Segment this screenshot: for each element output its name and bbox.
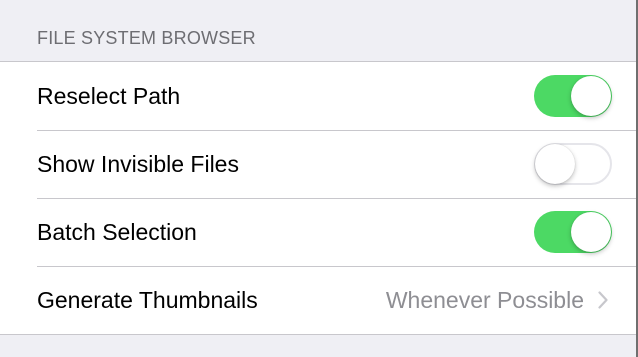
row-label: Generate Thumbnails	[37, 286, 258, 313]
generate-thumbnails-detail[interactable]: Whenever Possible	[386, 287, 608, 314]
show-invisible-files-toggle[interactable]	[534, 143, 612, 185]
row-reselect-path: Reselect Path	[0, 62, 636, 130]
row-show-invisible-files: Show Invisible Files	[0, 130, 636, 198]
settings-screen: FILE SYSTEM BROWSER Reselect Path Show I…	[0, 0, 638, 357]
row-generate-thumbnails[interactable]: Generate Thumbnails Whenever Possible	[0, 266, 636, 334]
row-label: Reselect Path	[37, 82, 181, 109]
settings-group: Reselect Path Show Invisible Files Batch…	[0, 61, 636, 335]
toggle-knob	[535, 144, 575, 184]
row-label: Batch Selection	[37, 218, 197, 245]
chevron-right-icon	[598, 291, 608, 309]
toggle-knob	[571, 212, 611, 252]
detail-value: Whenever Possible	[385, 286, 584, 313]
row-label: Show Invisible Files	[37, 150, 239, 177]
toggle-knob	[571, 76, 611, 116]
section-header: FILE SYSTEM BROWSER	[37, 28, 256, 48]
batch-selection-toggle[interactable]	[534, 211, 612, 253]
reselect-path-toggle[interactable]	[534, 75, 612, 117]
row-batch-selection: Batch Selection	[0, 198, 636, 266]
